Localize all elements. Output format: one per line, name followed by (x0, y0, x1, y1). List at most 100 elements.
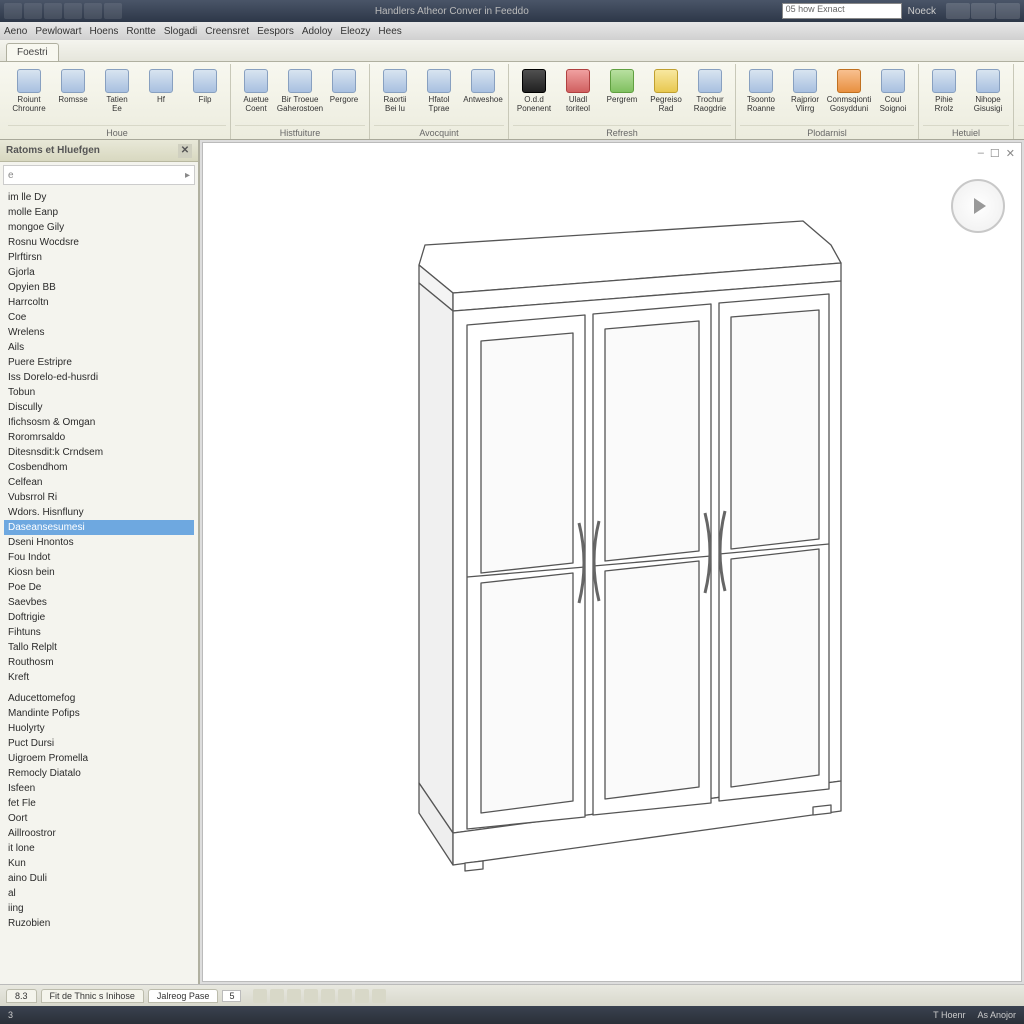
sheet-dropdown[interactable]: 5 (222, 990, 241, 1002)
browser-item[interactable]: Puct Dursi (4, 736, 194, 751)
ribbon-button[interactable]: Tsoonto Roanne (740, 66, 782, 116)
ribbon-button[interactable]: Auetue Coent (235, 66, 277, 116)
browser-item[interactable]: Wdors. Hisnfluny (4, 505, 194, 520)
browser-item[interactable]: Rosnu Wocdsre (4, 235, 194, 250)
menu-item[interactable]: Eespors (257, 26, 294, 37)
browser-item[interactable]: Ifichsosm & Omgan (4, 415, 194, 430)
browser-item[interactable]: Kiosn bein (4, 565, 194, 580)
view-icon[interactable] (270, 989, 284, 1003)
ribbon-button[interactable]: Coul Soignoi (872, 66, 914, 116)
menu-item[interactable]: Rontte (126, 26, 155, 37)
browser-item[interactable]: Huolyrty (4, 721, 194, 736)
browser-item[interactable]: Routhosm (4, 655, 194, 670)
browser-item[interactable]: Isfeen (4, 781, 194, 796)
browser-item[interactable]: Kun (4, 856, 194, 871)
3d-viewport[interactable]: – ☐ ✕ (202, 142, 1022, 982)
ribbon-button[interactable]: Raortii Bei lu (374, 66, 416, 116)
browser-item[interactable]: Wrelens (4, 325, 194, 340)
browser-item[interactable]: Opyien BB (4, 280, 194, 295)
menu-item[interactable]: Creensret (205, 26, 249, 37)
browser-item[interactable]: Tobun (4, 385, 194, 400)
view-cube[interactable] (951, 179, 1005, 233)
browser-item[interactable]: Fihtuns (4, 625, 194, 640)
vp-max-icon[interactable]: ☐ (990, 147, 1000, 160)
ribbon-button[interactable]: Conmsqionti Gosydduni (828, 66, 870, 116)
maximize-button[interactable] (971, 3, 995, 19)
menu-item[interactable]: Slogadi (164, 26, 197, 37)
help-label[interactable]: Noeck (908, 6, 936, 17)
qat-button[interactable] (64, 3, 82, 19)
ribbon-button[interactable]: Filp (184, 66, 226, 107)
browser-item[interactable]: Celfean (4, 475, 194, 490)
qat-button[interactable] (84, 3, 102, 19)
qat-button[interactable] (44, 3, 62, 19)
browser-item[interactable]: Cosbendhom (4, 460, 194, 475)
browser-item[interactable]: aino Duli (4, 871, 194, 886)
ribbon-button[interactable]: Antweshoe (462, 66, 504, 107)
browser-item[interactable]: Saevbes (4, 595, 194, 610)
browser-item[interactable]: Vubsrrol Ri (4, 490, 194, 505)
ribbon-button[interactable]: Pegreiso Rad (645, 66, 687, 116)
browser-item[interactable]: Iss Dorelo-ed-husrdi (4, 370, 194, 385)
browser-item[interactable]: Puere Estripre (4, 355, 194, 370)
view-icon[interactable] (338, 989, 352, 1003)
view-icon[interactable] (355, 989, 369, 1003)
browser-item[interactable]: molle Eanp (4, 205, 194, 220)
browser-item[interactable]: Coe (4, 310, 194, 325)
browser-item[interactable]: fet Fle (4, 796, 194, 811)
ribbon-button[interactable]: Nihope Gisusigi (967, 66, 1009, 116)
sheet-tab[interactable]: 8.3 (6, 989, 37, 1003)
vp-min-icon[interactable]: – (978, 147, 984, 160)
ribbon-button[interactable]: Romsse (52, 66, 94, 107)
view-icon[interactable] (253, 989, 267, 1003)
title-search-box[interactable]: 05 how Exnact (782, 3, 902, 19)
sheet-tab[interactable]: Fit de Thnic s Inihose (41, 989, 144, 1003)
browser-item[interactable]: it lone (4, 841, 194, 856)
browser-item[interactable]: Ditesnsdit:k Crndsem (4, 445, 194, 460)
ribbon-button[interactable]: Pergrem (601, 66, 643, 107)
qat-button[interactable] (4, 3, 22, 19)
vp-close-icon[interactable]: ✕ (1006, 147, 1015, 160)
browser-item[interactable]: Uigroem Promella (4, 751, 194, 766)
browser-filter-box[interactable]: e ▸ (3, 165, 195, 185)
ribbon-tab[interactable]: Foestri (6, 43, 59, 61)
ribbon-button[interactable]: Hf (140, 66, 182, 107)
browser-item[interactable]: Remocly Diatalo (4, 766, 194, 781)
browser-item[interactable]: Dseni Hnontos (4, 535, 194, 550)
qat-button[interactable] (104, 3, 122, 19)
ribbon-button[interactable]: Hfatol Tprae (418, 66, 460, 116)
browser-item[interactable]: Plrftirsn (4, 250, 194, 265)
browser-item[interactable]: Poe De (4, 580, 194, 595)
browser-item[interactable]: iing (4, 901, 194, 916)
browser-item[interactable]: Mandinte Pofips (4, 706, 194, 721)
menu-item[interactable]: Aeno (4, 26, 27, 37)
ribbon-button[interactable]: Uladl toriteol (557, 66, 599, 116)
menu-item[interactable]: Adoloy (302, 26, 333, 37)
browser-item[interactable]: Harrcoltn (4, 295, 194, 310)
view-icon[interactable] (304, 989, 318, 1003)
browser-item[interactable]: Ruzobien (4, 916, 194, 931)
ribbon-button[interactable]: O.d.d Ponenent (513, 66, 555, 116)
browser-item[interactable]: Roromrsaldo (4, 430, 194, 445)
ribbon-button[interactable]: Pergore (323, 66, 365, 107)
ribbon-button[interactable]: Trochur Raogdrie (689, 66, 731, 116)
browser-item[interactable]: Daseansesumesi (4, 520, 194, 535)
sheet-tab[interactable]: Jalreog Pase (148, 989, 219, 1003)
browser-item[interactable]: Kreft (4, 670, 194, 685)
browser-item[interactable]: im lle Dy (4, 190, 194, 205)
ribbon-button[interactable]: Pihie Rrolz (923, 66, 965, 116)
wardrobe-model[interactable] (333, 193, 893, 893)
view-icon[interactable] (372, 989, 386, 1003)
ribbon-button[interactable]: 0:80 Rocryls ins (1018, 66, 1024, 125)
browser-item[interactable]: al (4, 886, 194, 901)
browser-item[interactable]: Gjorla (4, 265, 194, 280)
browser-item[interactable]: Fou Indot (4, 550, 194, 565)
browser-item[interactable]: Tallo Relplt (4, 640, 194, 655)
menu-item[interactable]: Pewlowart (35, 26, 81, 37)
browser-item[interactable]: Aillroostror (4, 826, 194, 841)
view-icon[interactable] (321, 989, 335, 1003)
ribbon-button[interactable]: Bir Troeue Gaherostoen (279, 66, 321, 116)
browser-item[interactable]: Doftrigie (4, 610, 194, 625)
close-button[interactable] (996, 3, 1020, 19)
view-icon[interactable] (287, 989, 301, 1003)
